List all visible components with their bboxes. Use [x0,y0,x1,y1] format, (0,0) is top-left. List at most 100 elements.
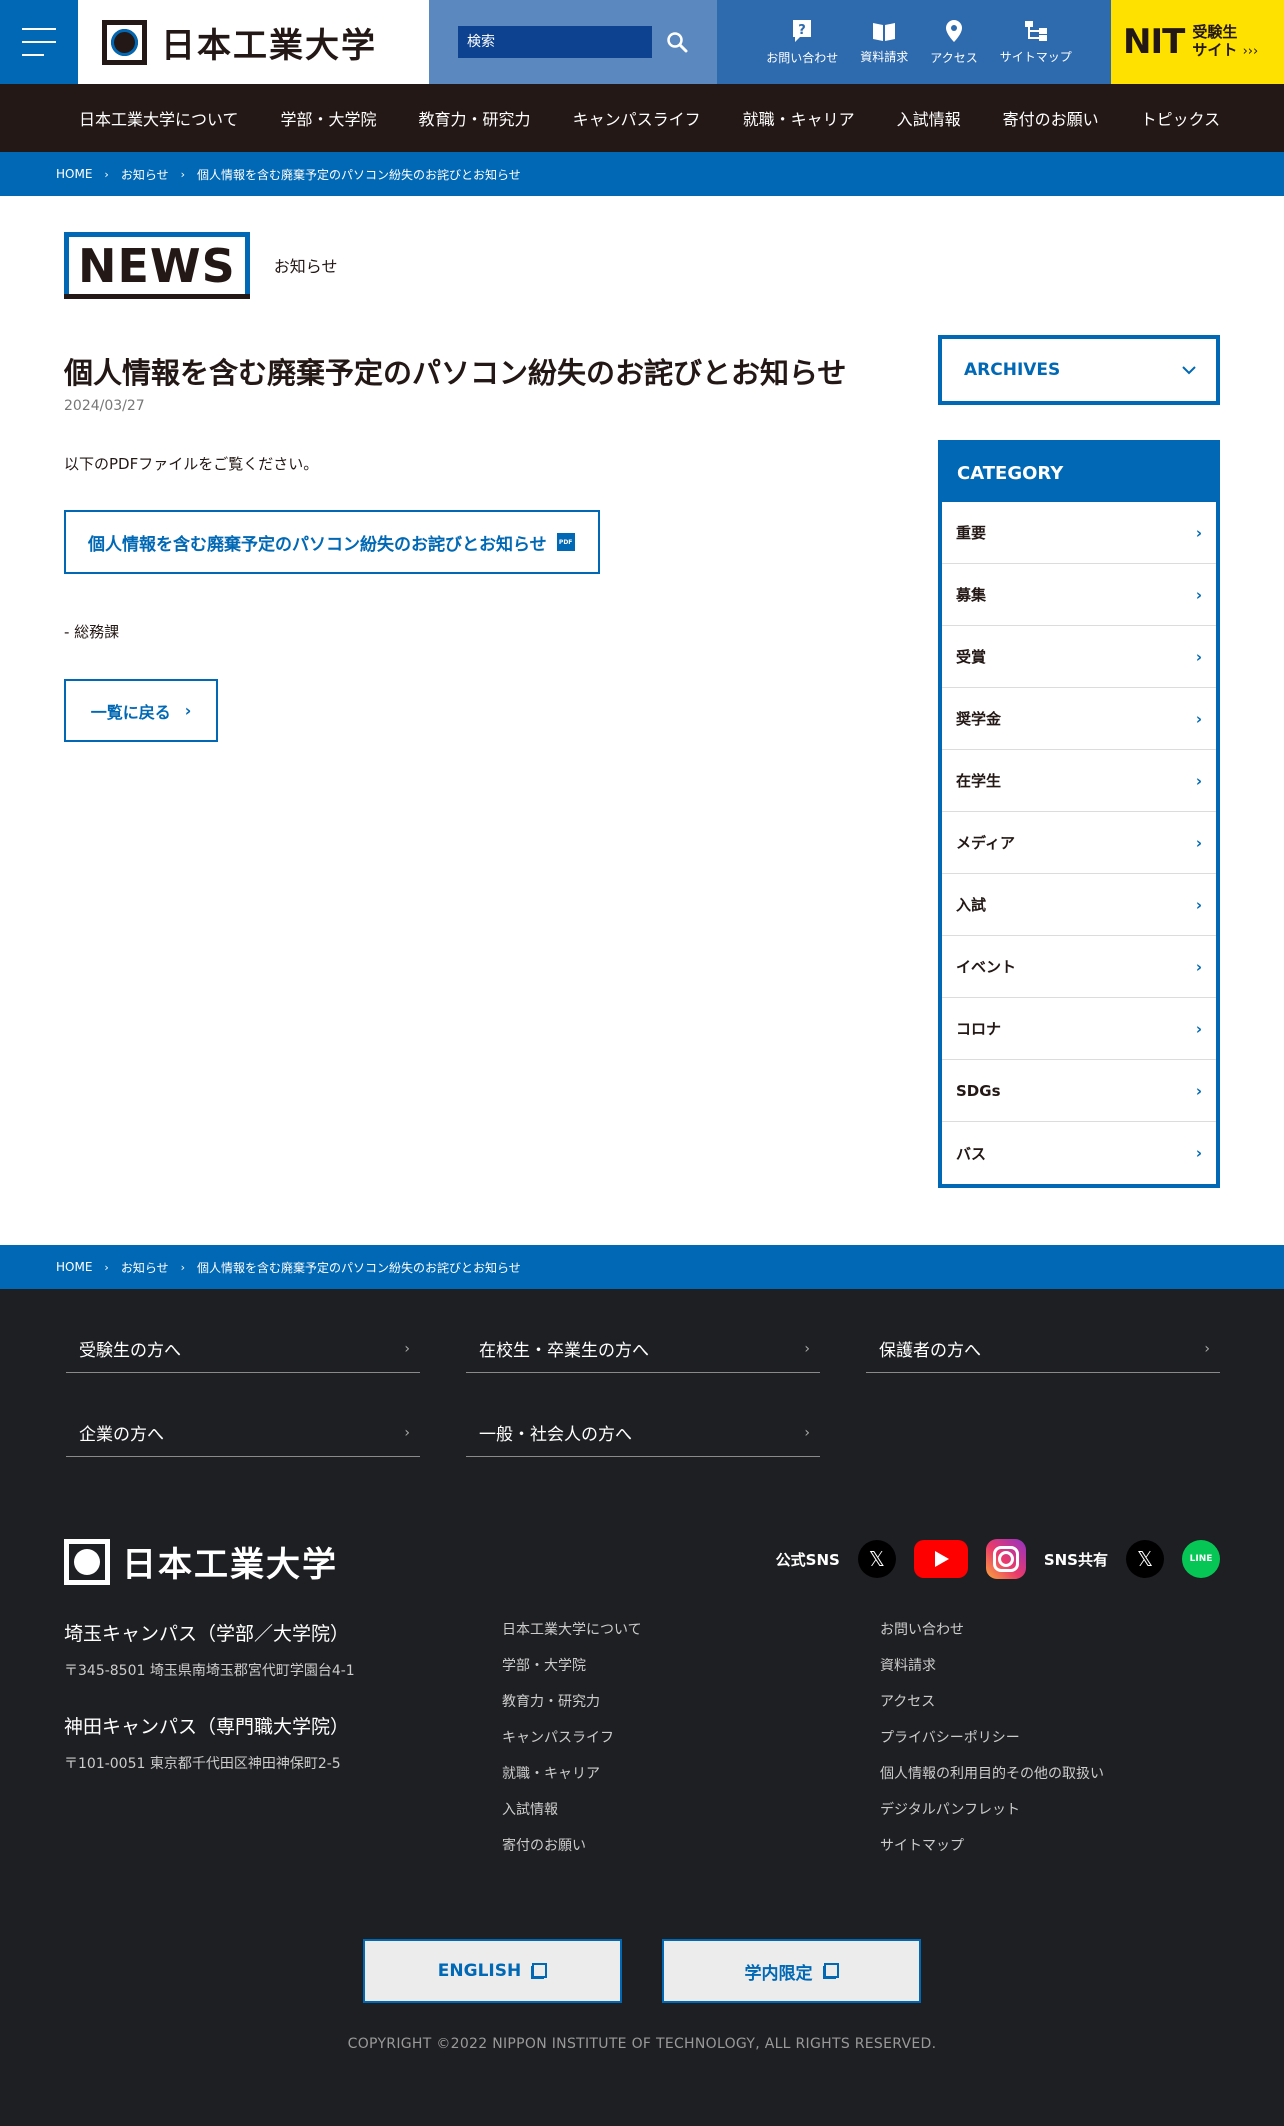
chevron-right-icon: › [404,1424,410,1441]
hamburger-menu-button[interactable] [0,0,78,84]
chevron-right-icon: › [184,701,192,720]
internal-only-button[interactable]: 学内限定 [662,1939,921,2003]
audience-links: 受験生の方へ › 在校生・卒業生の方へ › 保護者の方へ › 企業の方へ › 一般・社会… [66,1325,1220,1457]
category-title: CATEGORY [942,444,1216,502]
question-icon: ? [793,19,812,42]
chevron-right-icon: › [104,167,109,181]
search-input[interactable] [458,26,652,58]
category-media[interactable]: メディア › [942,812,1216,874]
external-link-icon [822,1963,839,1979]
news-heading: NEWS [64,232,250,299]
footer-link[interactable]: デジタルパンフレット [880,1799,1104,1819]
breadcrumb-home[interactable]: HOME [56,1260,92,1274]
site-footer: 受験生の方へ › 在校生・卒業生の方へ › 保護者の方へ › 企業の方へ › 一般・社会… [0,1289,1284,2126]
category-awards[interactable]: 受賞 › [942,626,1216,688]
util-sitemap[interactable]: サイトマップ [1000,20,1072,65]
breadcrumb-home[interactable]: HOME [56,167,92,181]
footer-logo[interactable]: 日本工業大学 [64,1537,338,1586]
gnav-faculties[interactable]: 学部・大学院 [260,106,398,130]
campus-kanda: 神田キャンパス（専門職大学院） 〒101-0051 東京都千代田区神田神保町2-… [64,1712,349,1773]
footer-link[interactable]: 就職・キャリア [502,1763,642,1783]
gnav-research[interactable]: 教育力・研究力 [398,106,552,130]
breadcrumb-news[interactable]: お知らせ [121,166,169,183]
logo-text: 日本工業大学 [161,25,377,66]
footer-link[interactable]: 寄付のお願い [502,1835,642,1855]
chevron-right-icon: › [180,1260,185,1274]
footer-links-main: 日本工業大学について 学部・大学院 教育力・研究力 キャンパスライフ 就職・キャ… [502,1619,642,1855]
breadcrumb-news[interactable]: お知らせ [121,1259,169,1276]
english-site-button[interactable]: ENGLISH [363,1939,622,2003]
breadcrumb: HOME › お知らせ › 個人情報を含む廃棄予定のパソコン紛失のお詫びとお知ら… [0,152,1284,196]
category-events[interactable]: イベント › [942,936,1216,998]
x-icon[interactable]: 𝕏 [857,1540,896,1578]
instagram-icon[interactable] [985,1539,1026,1579]
util-access[interactable]: アクセス [930,19,978,66]
util-contact[interactable]: ? お問い合わせ [766,19,838,66]
svg-text:?: ? [798,23,806,38]
chevron-right-icon: › [1195,647,1202,666]
global-nav: 日本工業大学について 学部・大学院 教育力・研究力 キャンパスライフ 就職・キャ… [0,84,1284,152]
sns-official-label: 公式SNS [775,1550,840,1569]
category-bus[interactable]: バス › [942,1122,1216,1184]
chevron-right-icon: › [1195,1081,1202,1100]
article-date: 2024/03/27 [64,398,145,414]
gnav-donation[interactable]: 寄付のお願い [982,106,1120,130]
youtube-icon[interactable] [913,1540,968,1578]
footer-link[interactable]: 日本工業大学について [502,1619,642,1639]
footer-link[interactable]: 学部・大学院 [502,1655,642,1675]
category-students[interactable]: 在学生 › [942,750,1216,812]
chevron-right-icon: › [1195,957,1202,976]
util-brochure[interactable]: 資料請求 [860,20,908,65]
site-logo[interactable]: 日本工業大学 [78,0,429,84]
footer-link[interactable]: 資料請求 [880,1655,1104,1675]
audience-general[interactable]: 一般・社会人の方へ › [466,1409,820,1457]
utility-nav: ? お問い合わせ 資料請求 アクセス サイトマップ [717,0,1111,84]
category-admissions[interactable]: 入試 › [942,874,1216,936]
footer-link[interactable]: アクセス [880,1691,1104,1711]
campus-saitama: 埼玉キャンパス（学部／大学院） 〒345-8501 埼玉県南埼玉郡宮代町学園台4… [64,1619,355,1680]
archives-dropdown[interactable]: ARCHIVES [938,335,1220,405]
footer-link[interactable]: 教育力・研究力 [502,1691,642,1711]
footer-link[interactable]: サイトマップ [880,1835,1104,1855]
line-share-icon[interactable]: LINE [1182,1540,1220,1578]
search-button[interactable] [662,27,692,57]
audience-parents[interactable]: 保護者の方へ › [866,1325,1220,1373]
category-recruitment[interactable]: 募集 › [942,564,1216,626]
chevron-down-icon [1182,366,1196,375]
gnav-about[interactable]: 日本工業大学について [58,106,260,130]
category-corona[interactable]: コロナ › [942,998,1216,1060]
x-share-icon[interactable]: 𝕏 [1126,1540,1164,1578]
footer-link[interactable]: 個人情報の利用目的その他の取扱い [880,1763,1104,1783]
footer-link[interactable]: プライバシーポリシー [880,1727,1104,1747]
gnav-topics[interactable]: トピックス [1120,106,1242,130]
pdf-icon: PDF [556,533,575,551]
back-to-list-button[interactable]: 一覧に戻る › [64,679,218,742]
applicant-site-link[interactable]: NIT 受験生 サイト ››› [1111,0,1284,84]
breadcrumb-current: 個人情報を含む廃棄予定のパソコン紛失のお詫びとお知らせ [196,167,521,182]
category-scholarship[interactable]: 奨学金 › [942,688,1216,750]
search-area [429,0,717,84]
footer-link[interactable]: キャンパスライフ [502,1727,642,1747]
audience-applicants[interactable]: 受験生の方へ › [66,1325,420,1373]
search-icon [667,32,688,53]
university-logo-icon [102,19,147,65]
category-sdgs[interactable]: SDGs › [942,1060,1216,1122]
breadcrumb-current: 個人情報を含む廃棄予定のパソコン紛失のお詫びとお知らせ [196,1260,521,1275]
campus-name: 埼玉キャンパス（学部／大学院） [64,1623,350,1645]
audience-students-alumni[interactable]: 在校生・卒業生の方へ › [466,1325,820,1373]
gnav-career[interactable]: 就職・キャリア [722,106,876,130]
gnav-campus-life[interactable]: キャンパスライフ [552,106,722,130]
footer-link[interactable]: お問い合わせ [880,1619,1104,1639]
chevron-right-icon: › [1195,895,1202,914]
department-label: - 総務課 [64,623,120,641]
footer-link[interactable]: 入試情報 [502,1799,642,1819]
breadcrumb-footer: HOME › お知らせ › 個人情報を含む廃棄予定のパソコン紛失のお詫びとお知ら… [0,1245,1284,1289]
category-important[interactable]: 重要 › [942,502,1216,564]
university-logo-icon [64,1538,110,1585]
chevron-right-icon: › [1195,523,1202,542]
chevron-right-icon: › [1195,585,1202,604]
pdf-download-link[interactable]: 個人情報を含む廃棄予定のパソコン紛失のお詫びとお知らせ PDF [64,510,600,574]
gnav-admissions[interactable]: 入試情報 [876,106,982,130]
book-icon [873,22,896,41]
audience-companies[interactable]: 企業の方へ › [66,1409,420,1457]
